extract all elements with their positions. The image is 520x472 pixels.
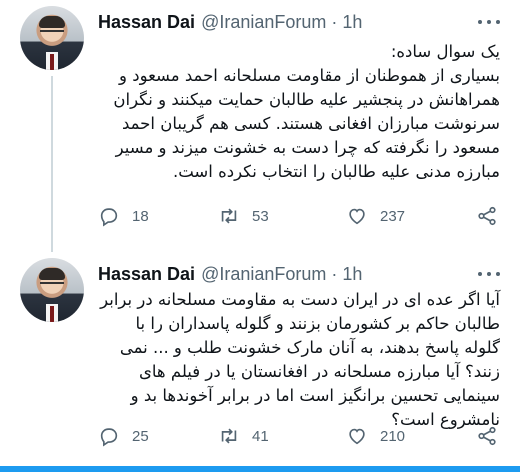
tweet-actions: 18 53 237 bbox=[98, 204, 500, 228]
timestamp[interactable]: 1h bbox=[342, 264, 362, 285]
retweet-icon bbox=[221, 208, 237, 224]
heart-icon bbox=[349, 208, 365, 225]
dot-separator: · bbox=[331, 11, 338, 32]
share-button[interactable] bbox=[476, 424, 498, 448]
timestamp[interactable]: 1h bbox=[342, 12, 362, 33]
reply-button[interactable]: 25 bbox=[98, 424, 149, 448]
tweet-1[interactable]: Hassan Dai @IranianForum · 1h یک سوال سا… bbox=[0, 0, 520, 252]
like-count: 210 bbox=[380, 427, 406, 445]
like-button[interactable]: 237 bbox=[346, 204, 405, 228]
share-icon bbox=[478, 426, 496, 446]
like-button[interactable]: 210 bbox=[346, 424, 405, 448]
reply-count: 25 bbox=[132, 427, 149, 445]
reply-icon bbox=[100, 428, 118, 447]
author-handle[interactable]: @IranianForum bbox=[201, 264, 326, 285]
heart-icon bbox=[349, 428, 365, 445]
tweet-text: آیا اگر عده ای در ایران دست به مقاومت مس… bbox=[100, 290, 500, 429]
accent-bottom-bar bbox=[0, 466, 520, 472]
retweet-count: 41 bbox=[252, 427, 269, 445]
retweet-button[interactable]: 53 bbox=[218, 204, 269, 228]
like-count: 237 bbox=[380, 207, 406, 225]
retweet-icon bbox=[221, 428, 237, 444]
dot-separator: · bbox=[331, 263, 338, 284]
author-handle[interactable]: @IranianForum bbox=[201, 12, 326, 33]
avatar[interactable] bbox=[20, 258, 84, 322]
tweet-header: Hassan Dai @IranianForum · 1h bbox=[98, 10, 362, 34]
author-name[interactable]: Hassan Dai bbox=[98, 264, 195, 285]
more-icon[interactable] bbox=[478, 12, 500, 32]
avatar[interactable] bbox=[20, 6, 84, 70]
retweet-count: 53 bbox=[252, 207, 269, 225]
share-button[interactable] bbox=[476, 204, 498, 228]
tweet-actions: 25 41 210 bbox=[98, 424, 500, 448]
tweet-2[interactable]: Hassan Dai @IranianForum · 1h آیا اگر عد… bbox=[0, 252, 520, 462]
share-icon bbox=[478, 206, 496, 226]
more-icon[interactable] bbox=[478, 264, 500, 284]
tweet-header: Hassan Dai @IranianForum · 1h bbox=[98, 262, 362, 286]
retweet-button[interactable]: 41 bbox=[218, 424, 269, 448]
reply-count: 18 bbox=[132, 207, 149, 225]
reply-icon bbox=[100, 208, 118, 227]
reply-button[interactable]: 18 bbox=[98, 204, 149, 228]
author-name[interactable]: Hassan Dai bbox=[98, 12, 195, 33]
tweet-text: یک سوال ساده: بسیاری از هموطنان از مقاوم… bbox=[113, 42, 500, 181]
